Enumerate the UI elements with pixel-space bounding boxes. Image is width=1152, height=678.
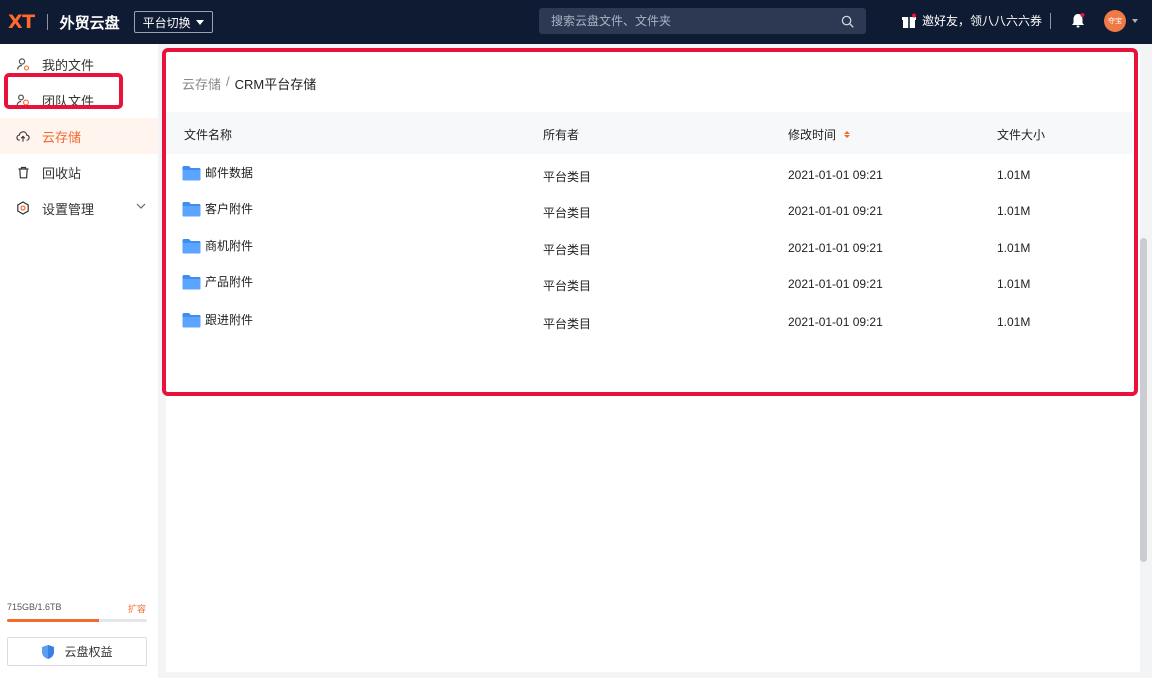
team-file-icon	[16, 93, 30, 107]
storage-progress-fill	[7, 619, 100, 622]
search-input[interactable]	[551, 14, 841, 28]
file-size: 1.01M	[997, 241, 1031, 255]
folder-icon	[182, 312, 201, 327]
file-name-cell: 客户附件	[182, 200, 253, 217]
table-row[interactable]: 商机附件 平台类目 2021-01-01 09:21 1.01M	[166, 229, 1132, 265]
sidebar: 我的文件 团队文件 云存储 回收站 设置管理 715GB/1.6TB 扩容 云盘…	[0, 44, 158, 678]
gift-icon	[902, 13, 916, 28]
file-name-cell: 商机附件	[182, 237, 253, 254]
sidebar-item-cloud-storage[interactable]: 云存储	[0, 118, 158, 154]
folder-icon	[182, 274, 201, 289]
storage-usage-text: 715GB/1.6TB	[7, 602, 62, 612]
cloud-benefits-button[interactable]: 云盘权益	[7, 637, 147, 666]
sidebar-item-label: 回收站	[42, 165, 82, 181]
sidebar-item-recycle-bin[interactable]: 回收站	[0, 154, 158, 190]
file-owner: 平台类目	[543, 279, 592, 293]
file-size: 1.01M	[997, 315, 1031, 329]
table-row[interactable]: 跟进附件 平台类目 2021-01-01 09:21 1.01M	[166, 303, 1132, 339]
file-owner: 平台类目	[543, 317, 592, 331]
file-modified-time: 2021-01-01 09:21	[788, 277, 883, 291]
file-modified-time: 2021-01-01 09:21	[788, 315, 883, 329]
user-file-icon	[16, 57, 30, 71]
file-modified-time: 2021-01-01 09:21	[788, 168, 883, 182]
settings-icon	[16, 201, 30, 215]
file-name[interactable]: 邮件数据	[205, 164, 253, 181]
sidebar-item-label: 云存储	[42, 129, 82, 145]
column-header-owner: 所有者	[543, 128, 580, 142]
main-content: 云存储 / CRM平台存储 文件名称 所有者 修改时间 文件大小 邮件数据平台类…	[166, 52, 1140, 672]
file-size: 1.01M	[997, 168, 1031, 182]
table-row[interactable]: 产品附件 平台类目 2021-01-01 09:21 1.01M	[166, 265, 1132, 301]
file-modified-time: 2021-01-01 09:21	[788, 241, 883, 255]
file-name-cell: 邮件数据	[182, 164, 253, 181]
invite-text: 邀好友，领八八六六券	[922, 14, 1043, 28]
storage-progress-bar	[7, 619, 147, 622]
file-name[interactable]: 客户附件	[205, 200, 253, 217]
column-header-modified[interactable]: 修改时间	[788, 126, 851, 143]
caret-down-icon	[1132, 19, 1138, 23]
table-header: 文件名称 所有者 修改时间 文件大小	[166, 112, 1132, 154]
sidebar-item-settings[interactable]: 设置管理	[0, 190, 158, 226]
trash-icon	[16, 165, 30, 179]
logo-divider	[46, 14, 48, 30]
invite-link[interactable]: 邀好友，领八八六六券	[901, 12, 1042, 29]
bell-icon[interactable]	[1070, 12, 1086, 29]
file-owner: 平台类目	[543, 170, 592, 184]
file-size: 1.01M	[997, 277, 1031, 291]
avatar: 夺宝	[1104, 10, 1126, 32]
file-size: 1.01M	[997, 204, 1031, 218]
breadcrumb-parent[interactable]: 云存储	[182, 74, 221, 93]
sidebar-item-label: 我的文件	[42, 57, 95, 73]
file-name[interactable]: 产品附件	[205, 273, 253, 290]
caret-down-icon	[195, 19, 204, 25]
expand-storage-link[interactable]: 扩容	[128, 602, 146, 615]
shield-icon	[42, 644, 55, 659]
chevron-down-icon[interactable]	[136, 203, 146, 209]
scrollbar[interactable]	[1140, 238, 1147, 562]
folder-icon	[182, 165, 201, 180]
header-divider	[1050, 13, 1051, 29]
search-icon[interactable]	[841, 15, 854, 28]
file-owner: 平台类目	[543, 243, 592, 257]
sidebar-item-label: 设置管理	[42, 201, 95, 217]
column-header-modified-label: 修改时间	[788, 128, 837, 142]
folder-icon	[182, 201, 201, 216]
user-menu[interactable]: 夺宝	[1104, 10, 1138, 32]
logo: XT	[8, 11, 35, 33]
file-modified-time: 2021-01-01 09:21	[788, 204, 883, 218]
sidebar-item-my-files[interactable]: 我的文件	[0, 46, 158, 82]
file-name-cell: 产品附件	[182, 273, 253, 290]
column-header-size: 文件大小	[997, 128, 1046, 142]
table-row[interactable]: 客户附件 平台类目 2021-01-01 09:21 1.01M	[166, 192, 1132, 228]
breadcrumb-separator: /	[226, 74, 230, 89]
sidebar-item-label: 团队文件	[42, 93, 95, 109]
cloud-upload-icon	[16, 129, 30, 143]
file-owner: 平台类目	[543, 206, 592, 220]
platform-switch-label: 平台切换	[142, 15, 191, 30]
breadcrumb-current: CRM平台存储	[234, 77, 317, 92]
file-name[interactable]: 商机附件	[205, 237, 253, 254]
sidebar-item-team-files[interactable]: 团队文件	[0, 82, 158, 118]
app-title: 外贸云盘	[59, 14, 120, 32]
column-header-name: 文件名称	[184, 128, 233, 142]
breadcrumb: 云存储 / CRM平台存储	[182, 74, 316, 93]
cloud-benefits-label: 云盘权益	[64, 645, 113, 659]
file-name-cell: 跟进附件	[182, 311, 253, 328]
platform-switch-button[interactable]: 平台切换	[133, 11, 213, 33]
sort-icon[interactable]	[844, 131, 851, 139]
search-box	[539, 8, 866, 34]
folder-icon	[182, 238, 201, 253]
table-row[interactable]: 邮件数据 平台类目 2021-01-01 09:21 1.01M	[166, 156, 1132, 192]
file-name[interactable]: 跟进附件	[205, 311, 253, 328]
